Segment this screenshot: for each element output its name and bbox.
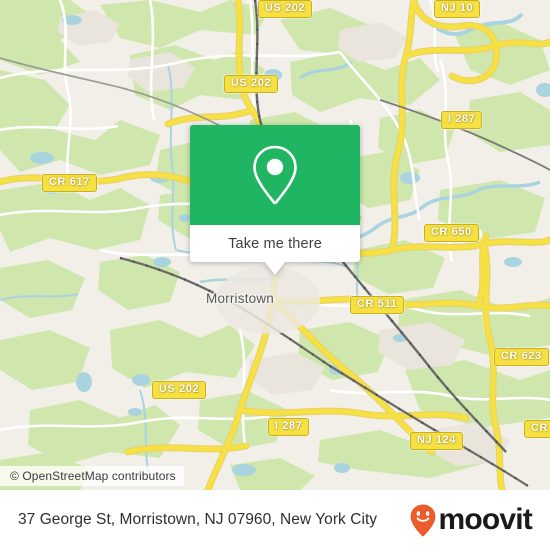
take-me-there-label: Take me there: [228, 235, 322, 252]
urban-core: [216, 266, 320, 334]
osm-attribution[interactable]: © OpenStreetMap contributors: [0, 466, 184, 486]
map-screen: Morristown US 202 NJ 10 US 202 I 287 CR …: [0, 0, 550, 550]
moovit-brand-logo[interactable]: moovit: [409, 503, 533, 537]
footer-bar: 37 George St, Morristown, NJ 07960, New …: [0, 490, 550, 550]
location-popup-card[interactable]: Take me there: [190, 125, 360, 275]
moovit-wordmark: moovit: [438, 503, 532, 536]
address-text: 37 George St, Morristown, NJ 07960, New …: [18, 511, 378, 528]
moovit-smiley-pin-icon: [411, 504, 436, 537]
card-pointer-tail: [264, 261, 286, 275]
card-image-area: [190, 125, 360, 225]
map-pin-icon: [253, 145, 297, 205]
card-action-area[interactable]: Take me there: [190, 225, 360, 275]
